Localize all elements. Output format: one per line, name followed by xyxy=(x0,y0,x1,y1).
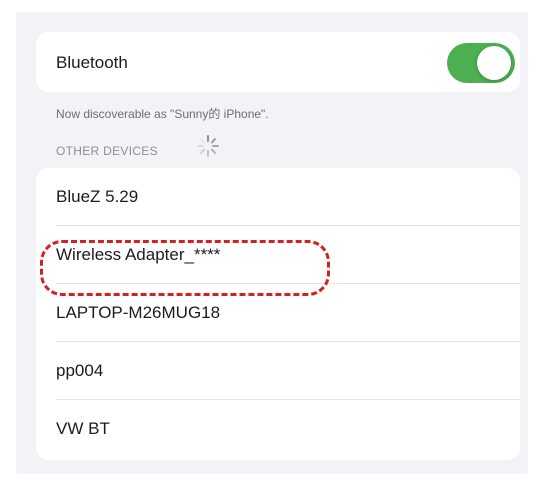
devices-list: BlueZ 5.29 Wireless Adapter_**** LAPTOP-… xyxy=(36,168,520,460)
device-row[interactable]: BlueZ 5.29 xyxy=(36,168,520,226)
discoverable-text: Now discoverable as "Sunny的 iPhone". xyxy=(56,107,269,121)
device-row[interactable]: VW BT xyxy=(36,400,520,458)
device-name: LAPTOP-M26MUG18 xyxy=(56,303,221,322)
device-name: pp004 xyxy=(56,361,104,380)
spinner-icon xyxy=(197,135,219,157)
bluetooth-label: Bluetooth xyxy=(56,53,128,72)
bluetooth-card: Bluetooth xyxy=(36,32,520,92)
other-devices-header: OTHER DEVICES xyxy=(56,144,158,158)
device-name: BlueZ 5.29 xyxy=(56,187,139,206)
toggle-knob xyxy=(477,46,511,80)
highlight-annotation xyxy=(40,240,330,296)
device-row[interactable]: pp004 xyxy=(36,342,520,400)
bluetooth-toggle[interactable] xyxy=(447,43,515,83)
device-name: VW BT xyxy=(56,419,110,438)
bluetooth-settings-screen: Bluetooth Now discoverable as "Sunny的 iP… xyxy=(16,12,528,474)
